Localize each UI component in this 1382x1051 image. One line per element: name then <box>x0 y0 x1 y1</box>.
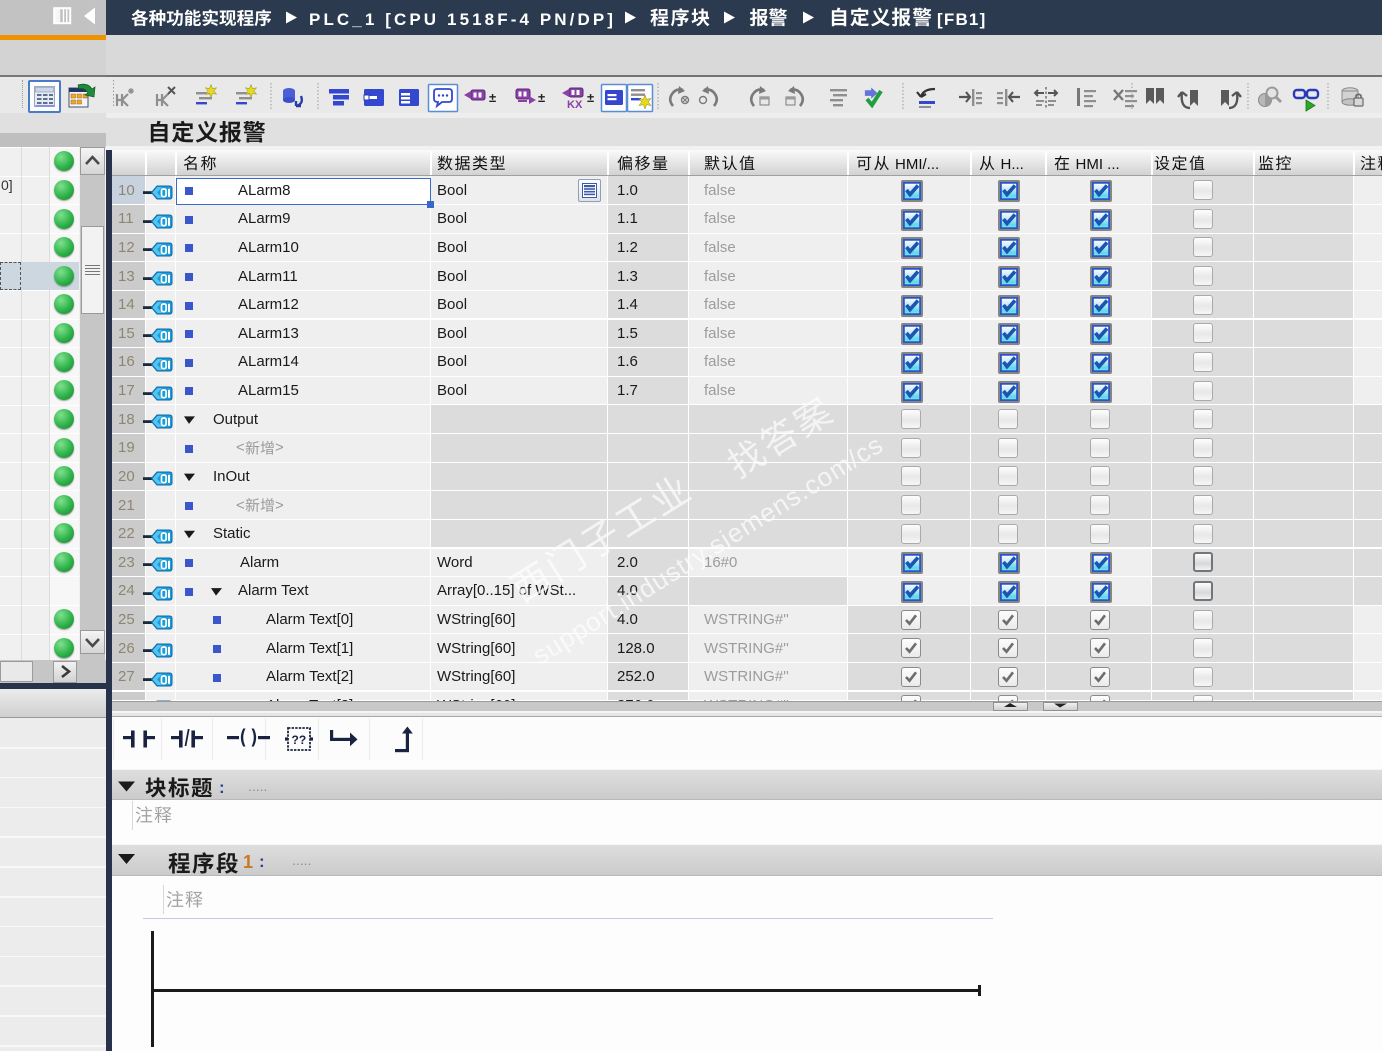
svg-text:±: ± <box>489 90 496 105</box>
svg-text:±: ± <box>587 90 594 105</box>
svg-text:??: ?? <box>292 733 307 747</box>
svg-text:KX: KX <box>567 99 583 111</box>
svg-text:±: ± <box>538 90 545 105</box>
